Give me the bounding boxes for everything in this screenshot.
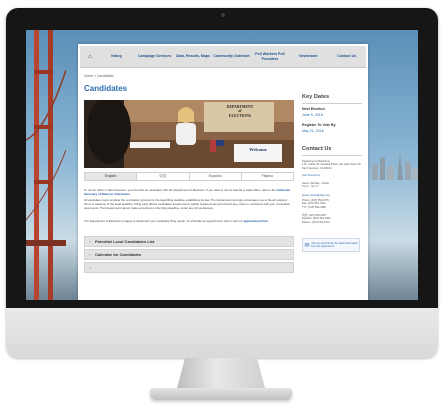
divider bbox=[302, 103, 362, 104]
nav-item-community-outreach[interactable]: Community Outreach bbox=[212, 54, 250, 58]
accordion-more[interactable]: › bbox=[84, 262, 294, 273]
nav-item-campaign-services[interactable]: Campaign Services bbox=[135, 54, 173, 58]
contact-heading: Contact Us bbox=[302, 146, 332, 152]
monitor-bezel: ⌂ Voting Campaign Services Data, Results… bbox=[6, 8, 438, 308]
monitor: ⌂ Voting Campaign Services Data, Results… bbox=[6, 8, 438, 360]
accordion-label: Potential Local Candidates List bbox=[95, 239, 155, 244]
mail-icon: ✉ bbox=[304, 242, 310, 249]
assistance-paragraph: The Department of Elections is happy to … bbox=[84, 219, 294, 223]
breadcrumb[interactable]: Home » Candidates bbox=[84, 74, 114, 78]
divider bbox=[302, 155, 362, 156]
office-hours: Hours: Monday - Friday 8 a.m. - 5 p.m. bbox=[302, 182, 330, 189]
monitor-stand-neck bbox=[176, 358, 266, 392]
nav-item-contact-us[interactable]: Contact Us bbox=[328, 54, 366, 58]
sign-line-3: ELECTIONS bbox=[228, 113, 252, 118]
chevron-right-icon: › bbox=[89, 252, 91, 257]
city-skyline-image bbox=[370, 150, 418, 180]
nav-item-voting[interactable]: Voting bbox=[97, 54, 135, 58]
email-link[interactable]: Email: sfvote@sfgov.org bbox=[302, 194, 364, 197]
tab-filipino[interactable]: Filipino bbox=[241, 173, 293, 180]
next-election-date: June 5, 2018 bbox=[302, 113, 323, 117]
accordion-calendar[interactable]: › Calendar for Candidates bbox=[84, 249, 294, 260]
email-signup-box[interactable]: ✉ Join our email list for the latest inf… bbox=[302, 238, 360, 252]
nav-item-data-results-maps[interactable]: Data, Results, Maps bbox=[174, 54, 212, 58]
language-tabs: English 中文 Español Filipino bbox=[84, 172, 294, 181]
webpage: ⌂ Voting Campaign Services Data, Results… bbox=[78, 44, 368, 300]
chevron-right-icon: › bbox=[89, 265, 91, 270]
tab-spanish[interactable]: Español bbox=[189, 173, 242, 180]
tab-english[interactable]: English bbox=[85, 173, 138, 180]
monitor-stand-base bbox=[150, 388, 292, 400]
chevron-right-icon: › bbox=[89, 239, 91, 244]
screen: ⌂ Voting Campaign Services Data, Results… bbox=[26, 30, 418, 300]
language-phone-numbers: 中文: (415) 554-4367 Español: (415) 554-43… bbox=[302, 214, 331, 224]
hero-photo: DEPARTMENT of ELECTIONS Welcome bbox=[84, 100, 294, 168]
directions-link[interactable]: (Get directions) bbox=[302, 174, 364, 177]
register-label: Register To Vote By bbox=[302, 123, 336, 127]
intro-paragraph: To run for office in San Francisco, you … bbox=[84, 188, 294, 196]
email-signup-text: Join our email list for the latest infor… bbox=[311, 241, 358, 248]
key-dates-heading: Key Dates bbox=[302, 94, 330, 100]
accordion-potential-candidates[interactable]: › Potential Local Candidates List bbox=[84, 236, 294, 247]
monitor-chin bbox=[6, 308, 438, 358]
sign-department-of-elections: DEPARTMENT of ELECTIONS bbox=[212, 105, 268, 118]
camera-icon bbox=[221, 13, 225, 17]
accordion-label: Calendar for Candidates bbox=[95, 252, 142, 257]
golden-gate-bridge-image bbox=[26, 30, 67, 300]
home-icon[interactable]: ⌂ bbox=[83, 54, 97, 60]
office-address: Department of Elections 1 Dr. Carlton B.… bbox=[302, 160, 361, 170]
nav-item-newsroom[interactable]: Newsroom bbox=[289, 54, 327, 58]
phone-numbers: Phone: (415) 554-4375 Fax: (415) 554-734… bbox=[302, 199, 329, 209]
requirements-paragraph: All candidate must complete the nominati… bbox=[84, 198, 291, 210]
sidebar: Key Dates Next Election June 5, 2018 Reg… bbox=[302, 74, 364, 300]
main-navigation: ⌂ Voting Campaign Services Data, Results… bbox=[80, 46, 366, 68]
assistance-text: The Department of Elections is happy to … bbox=[84, 219, 243, 223]
page-title: Candidates bbox=[84, 84, 128, 93]
next-election-label: Next Election bbox=[302, 107, 325, 111]
welcome-banner: Welcome bbox=[249, 147, 267, 152]
nav-item-poll-workers[interactable]: Poll Workers Poll Providers bbox=[251, 52, 289, 61]
tab-chinese[interactable]: 中文 bbox=[137, 173, 190, 180]
appointment-form-link[interactable]: appointment form. bbox=[243, 219, 268, 223]
register-date: May 21, 2018 bbox=[302, 129, 324, 133]
